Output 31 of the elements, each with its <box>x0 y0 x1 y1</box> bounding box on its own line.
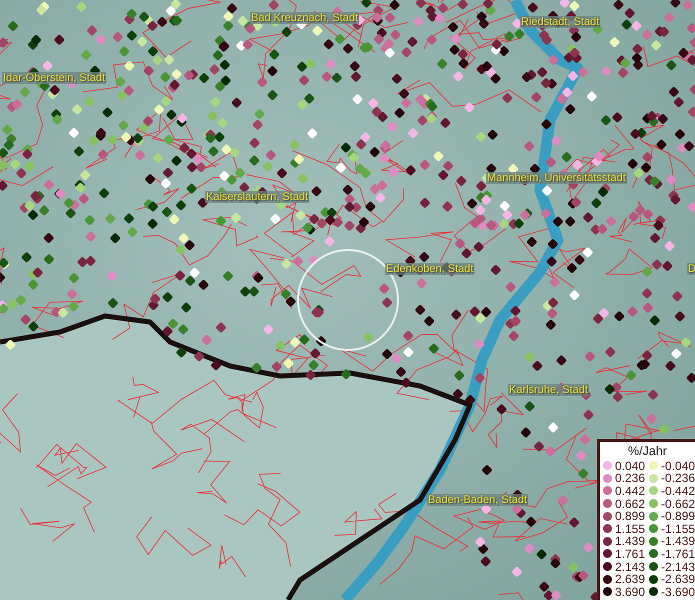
place-label: Idar-Oberstein, Stadt <box>2 72 106 84</box>
legend-label: -1.155 <box>661 522 695 535</box>
legend-label: 0.899 <box>615 510 646 522</box>
legend-label: -0.662 <box>661 498 695 510</box>
place-label: Kaiserslautern, Stadt <box>205 191 310 203</box>
legend-title: %/Jahr <box>627 444 668 460</box>
place-label: Karlsruhe, Stadt <box>508 384 589 396</box>
legend-label: -0.040 <box>661 460 695 472</box>
legend-label: 3.690 <box>615 586 646 598</box>
legend-label: 1.155 <box>615 522 646 535</box>
place-label: Riedstadt, Stadt <box>520 16 600 28</box>
legend-label: 1.439 <box>615 535 646 548</box>
legend-label: 0.442 <box>615 484 646 497</box>
legend-label: 2.639 <box>615 573 646 586</box>
legend-label: 0.236 <box>615 472 646 484</box>
place-label: Baden-Baden, Stadt <box>427 494 528 506</box>
place-label: Bad Kreuznach, Stadt <box>250 12 360 24</box>
place-label: Edenkoben, Stadt <box>385 263 474 275</box>
place-label: Mannheim, Universitätsstadt <box>486 172 627 184</box>
legend-label: 0.662 <box>615 498 646 510</box>
legend-label: 0.040 <box>615 460 646 472</box>
legend-label: -1.761 <box>661 548 695 560</box>
legend-label: -2.639 <box>661 573 695 586</box>
legend-label: 2.143 <box>615 560 646 573</box>
legend-label: -0.899 <box>661 510 695 522</box>
legend-label: -0.236 <box>661 472 695 484</box>
legend-label: -0.442 <box>661 484 695 497</box>
legend-label: -1.439 <box>661 535 695 548</box>
legend-label: -3.690 <box>661 586 695 598</box>
legend-label: -2.143 <box>661 560 695 573</box>
legend-label: 1.761 <box>615 548 646 560</box>
